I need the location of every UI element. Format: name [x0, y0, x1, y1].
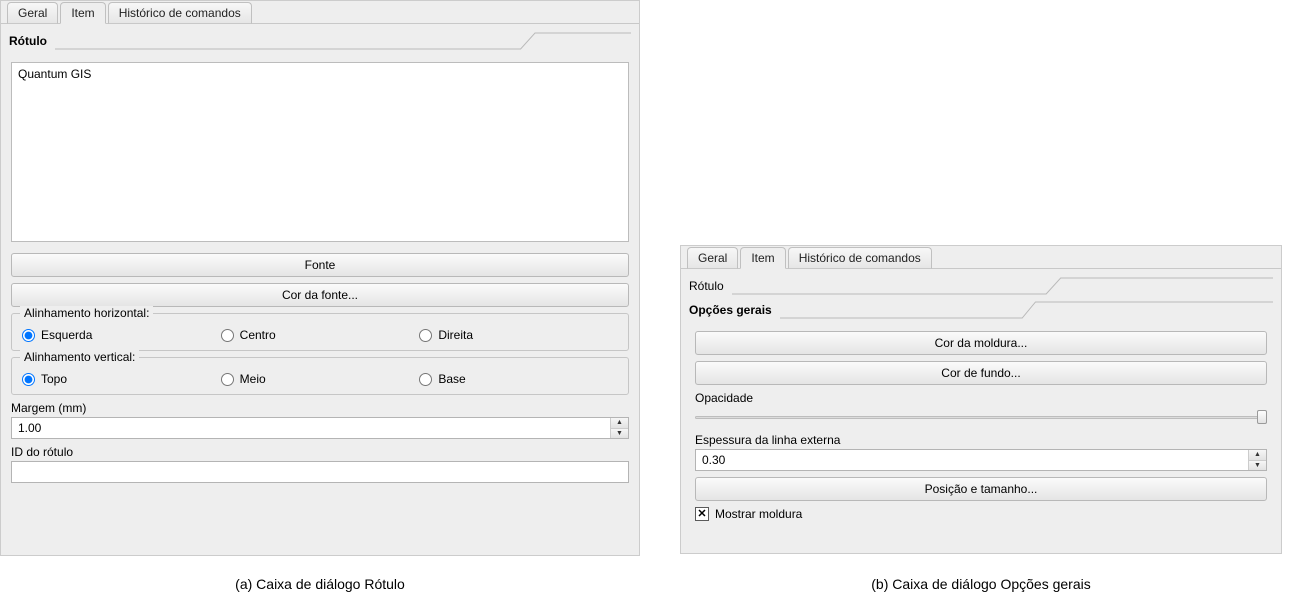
outline-spin-up[interactable]: ▲	[1249, 450, 1266, 461]
caption-b: (b) Caixa de diálogo Opções gerais	[680, 576, 1282, 592]
section-header-rotulo-collapsed: Rótulo	[681, 269, 1281, 297]
group-horizontal-align: Alinhamento horizontal: Esquerda Centro …	[11, 313, 629, 351]
frame-color-button[interactable]: Cor da moldura...	[695, 331, 1267, 355]
legend-halign: Alinhamento horizontal:	[20, 306, 153, 320]
margin-spinbox[interactable]: ▲ ▼	[11, 417, 629, 439]
section-divider	[55, 32, 631, 50]
position-size-button[interactable]: Posição e tamanho...	[695, 477, 1267, 501]
radio-valign-bottom-input[interactable]	[419, 373, 432, 386]
section-title-opcoes: Opções gerais	[689, 303, 780, 317]
tab-item[interactable]: Item	[60, 2, 105, 24]
radio-valign-top-input[interactable]	[22, 373, 35, 386]
margin-spin-buttons[interactable]: ▲ ▼	[610, 418, 628, 438]
section-title-rotulo-right: Rótulo	[689, 279, 732, 293]
tab-geral-right[interactable]: Geral	[687, 247, 738, 269]
tabs-left: Geral Item Histórico de comandos	[1, 1, 639, 24]
section-divider-opcoes	[780, 301, 1273, 319]
section-header-opcoes: Opções gerais	[681, 297, 1281, 327]
dialog-opcoes-gerais: Geral Item Histórico de comandos Rótulo …	[680, 245, 1282, 554]
radio-halign-center-input[interactable]	[221, 329, 234, 342]
radio-halign-left[interactable]: Esquerda	[22, 328, 221, 342]
id-input[interactable]	[11, 461, 629, 483]
opacity-slider[interactable]	[695, 407, 1267, 427]
opacity-label: Opacidade	[695, 391, 1267, 405]
opacity-slider-track	[695, 416, 1267, 419]
radio-halign-right[interactable]: Direita	[419, 328, 618, 342]
margin-label: Margem (mm)	[11, 401, 629, 415]
radio-halign-left-label: Esquerda	[41, 328, 92, 342]
radio-halign-left-input[interactable]	[22, 329, 35, 342]
outline-width-label: Espessura da linha externa	[695, 433, 1267, 447]
content-left: Fonte Cor da fonte... Alinhamento horizo…	[1, 58, 639, 491]
radio-halign-center[interactable]: Centro	[221, 328, 420, 342]
outline-spin-buttons[interactable]: ▲ ▼	[1248, 450, 1266, 470]
radio-valign-middle-label: Meio	[240, 372, 266, 386]
margin-spin-up[interactable]: ▲	[611, 418, 628, 429]
content-right: Cor da moldura... Cor de fundo... Opacid…	[681, 327, 1281, 529]
legend-valign: Alinhamento vertical:	[20, 350, 139, 364]
font-button[interactable]: Fonte	[11, 253, 629, 277]
outline-width-input[interactable]	[696, 450, 1248, 470]
outline-spin-down[interactable]: ▼	[1249, 461, 1266, 471]
tab-geral[interactable]: Geral	[7, 2, 58, 24]
radio-valign-top[interactable]: Topo	[22, 372, 221, 386]
section-divider-rotulo-right	[732, 277, 1273, 295]
show-frame-label: Mostrar moldura	[715, 507, 802, 521]
font-color-button[interactable]: Cor da fonte...	[11, 283, 629, 307]
background-color-button[interactable]: Cor de fundo...	[695, 361, 1267, 385]
margin-spin-down[interactable]: ▼	[611, 429, 628, 439]
radio-valign-bottom[interactable]: Base	[419, 372, 618, 386]
label-text-input[interactable]	[11, 62, 629, 242]
section-title-rotulo: Rótulo	[9, 34, 55, 48]
radio-valign-middle[interactable]: Meio	[221, 372, 420, 386]
dialog-rotulo: Geral Item Histórico de comandos Rótulo …	[0, 0, 640, 556]
tab-historico-right[interactable]: Histórico de comandos	[788, 247, 932, 269]
radio-valign-top-label: Topo	[41, 372, 67, 386]
id-label: ID do rótulo	[11, 445, 629, 459]
group-vertical-align: Alinhamento vertical: Topo Meio Base	[11, 357, 629, 395]
section-header-rotulo: Rótulo	[1, 24, 639, 58]
radio-halign-right-input[interactable]	[419, 329, 432, 342]
tab-historico[interactable]: Histórico de comandos	[108, 2, 252, 24]
show-frame-checkbox-row[interactable]: ✕ Mostrar moldura	[695, 507, 1267, 521]
outline-width-spinbox[interactable]: ▲ ▼	[695, 449, 1267, 471]
radio-valign-middle-input[interactable]	[221, 373, 234, 386]
show-frame-checkbox[interactable]: ✕	[695, 507, 709, 521]
radio-valign-bottom-label: Base	[438, 372, 465, 386]
radio-halign-right-label: Direita	[438, 328, 473, 342]
radio-halign-center-label: Centro	[240, 328, 276, 342]
caption-a: (a) Caixa de diálogo Rótulo	[0, 576, 640, 592]
opacity-slider-thumb[interactable]	[1257, 410, 1267, 424]
margin-input[interactable]	[12, 418, 610, 438]
tabs-right: Geral Item Histórico de comandos	[681, 246, 1281, 269]
tab-item-right[interactable]: Item	[740, 247, 785, 269]
